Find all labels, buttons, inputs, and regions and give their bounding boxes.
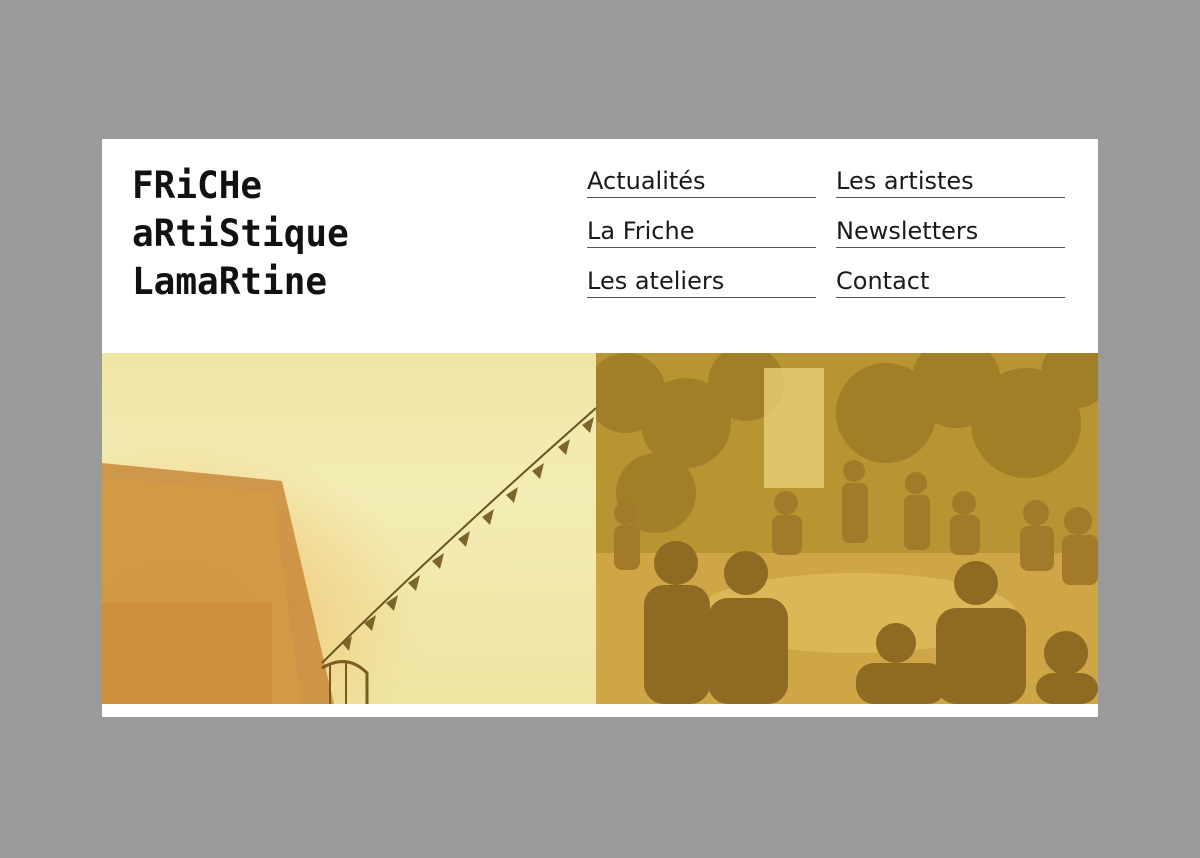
site-logo[interactable]: FRiCHe aRtiStique LamaRtine bbox=[132, 161, 392, 305]
nav-item-actualites[interactable]: Actualités bbox=[587, 161, 816, 198]
hero-banner bbox=[102, 353, 1098, 704]
garden-gathering-illustration bbox=[596, 353, 1098, 704]
main-navigation: Actualités Les artistes La Friche Newsle… bbox=[587, 161, 1065, 298]
nav-item-la-friche[interactable]: La Friche bbox=[587, 211, 816, 248]
hero-image-garden-gathering bbox=[596, 353, 1098, 704]
nav-item-les-ateliers[interactable]: Les ateliers bbox=[587, 261, 816, 298]
nav-item-newsletters[interactable]: Newsletters bbox=[836, 211, 1065, 248]
hero-image-rooftop-bunting bbox=[102, 353, 596, 704]
nav-item-contact[interactable]: Contact bbox=[836, 261, 1065, 298]
logo-line-1: FRiCHe bbox=[132, 164, 263, 208]
logo-line-3: LamaRtine bbox=[132, 260, 328, 304]
nav-item-les-artistes[interactable]: Les artistes bbox=[836, 161, 1065, 198]
rooftop-illustration bbox=[102, 353, 596, 704]
page-container: FRiCHe aRtiStique LamaRtine Actualités L… bbox=[102, 139, 1098, 717]
logo-line-2: aRtiStique bbox=[132, 212, 349, 256]
